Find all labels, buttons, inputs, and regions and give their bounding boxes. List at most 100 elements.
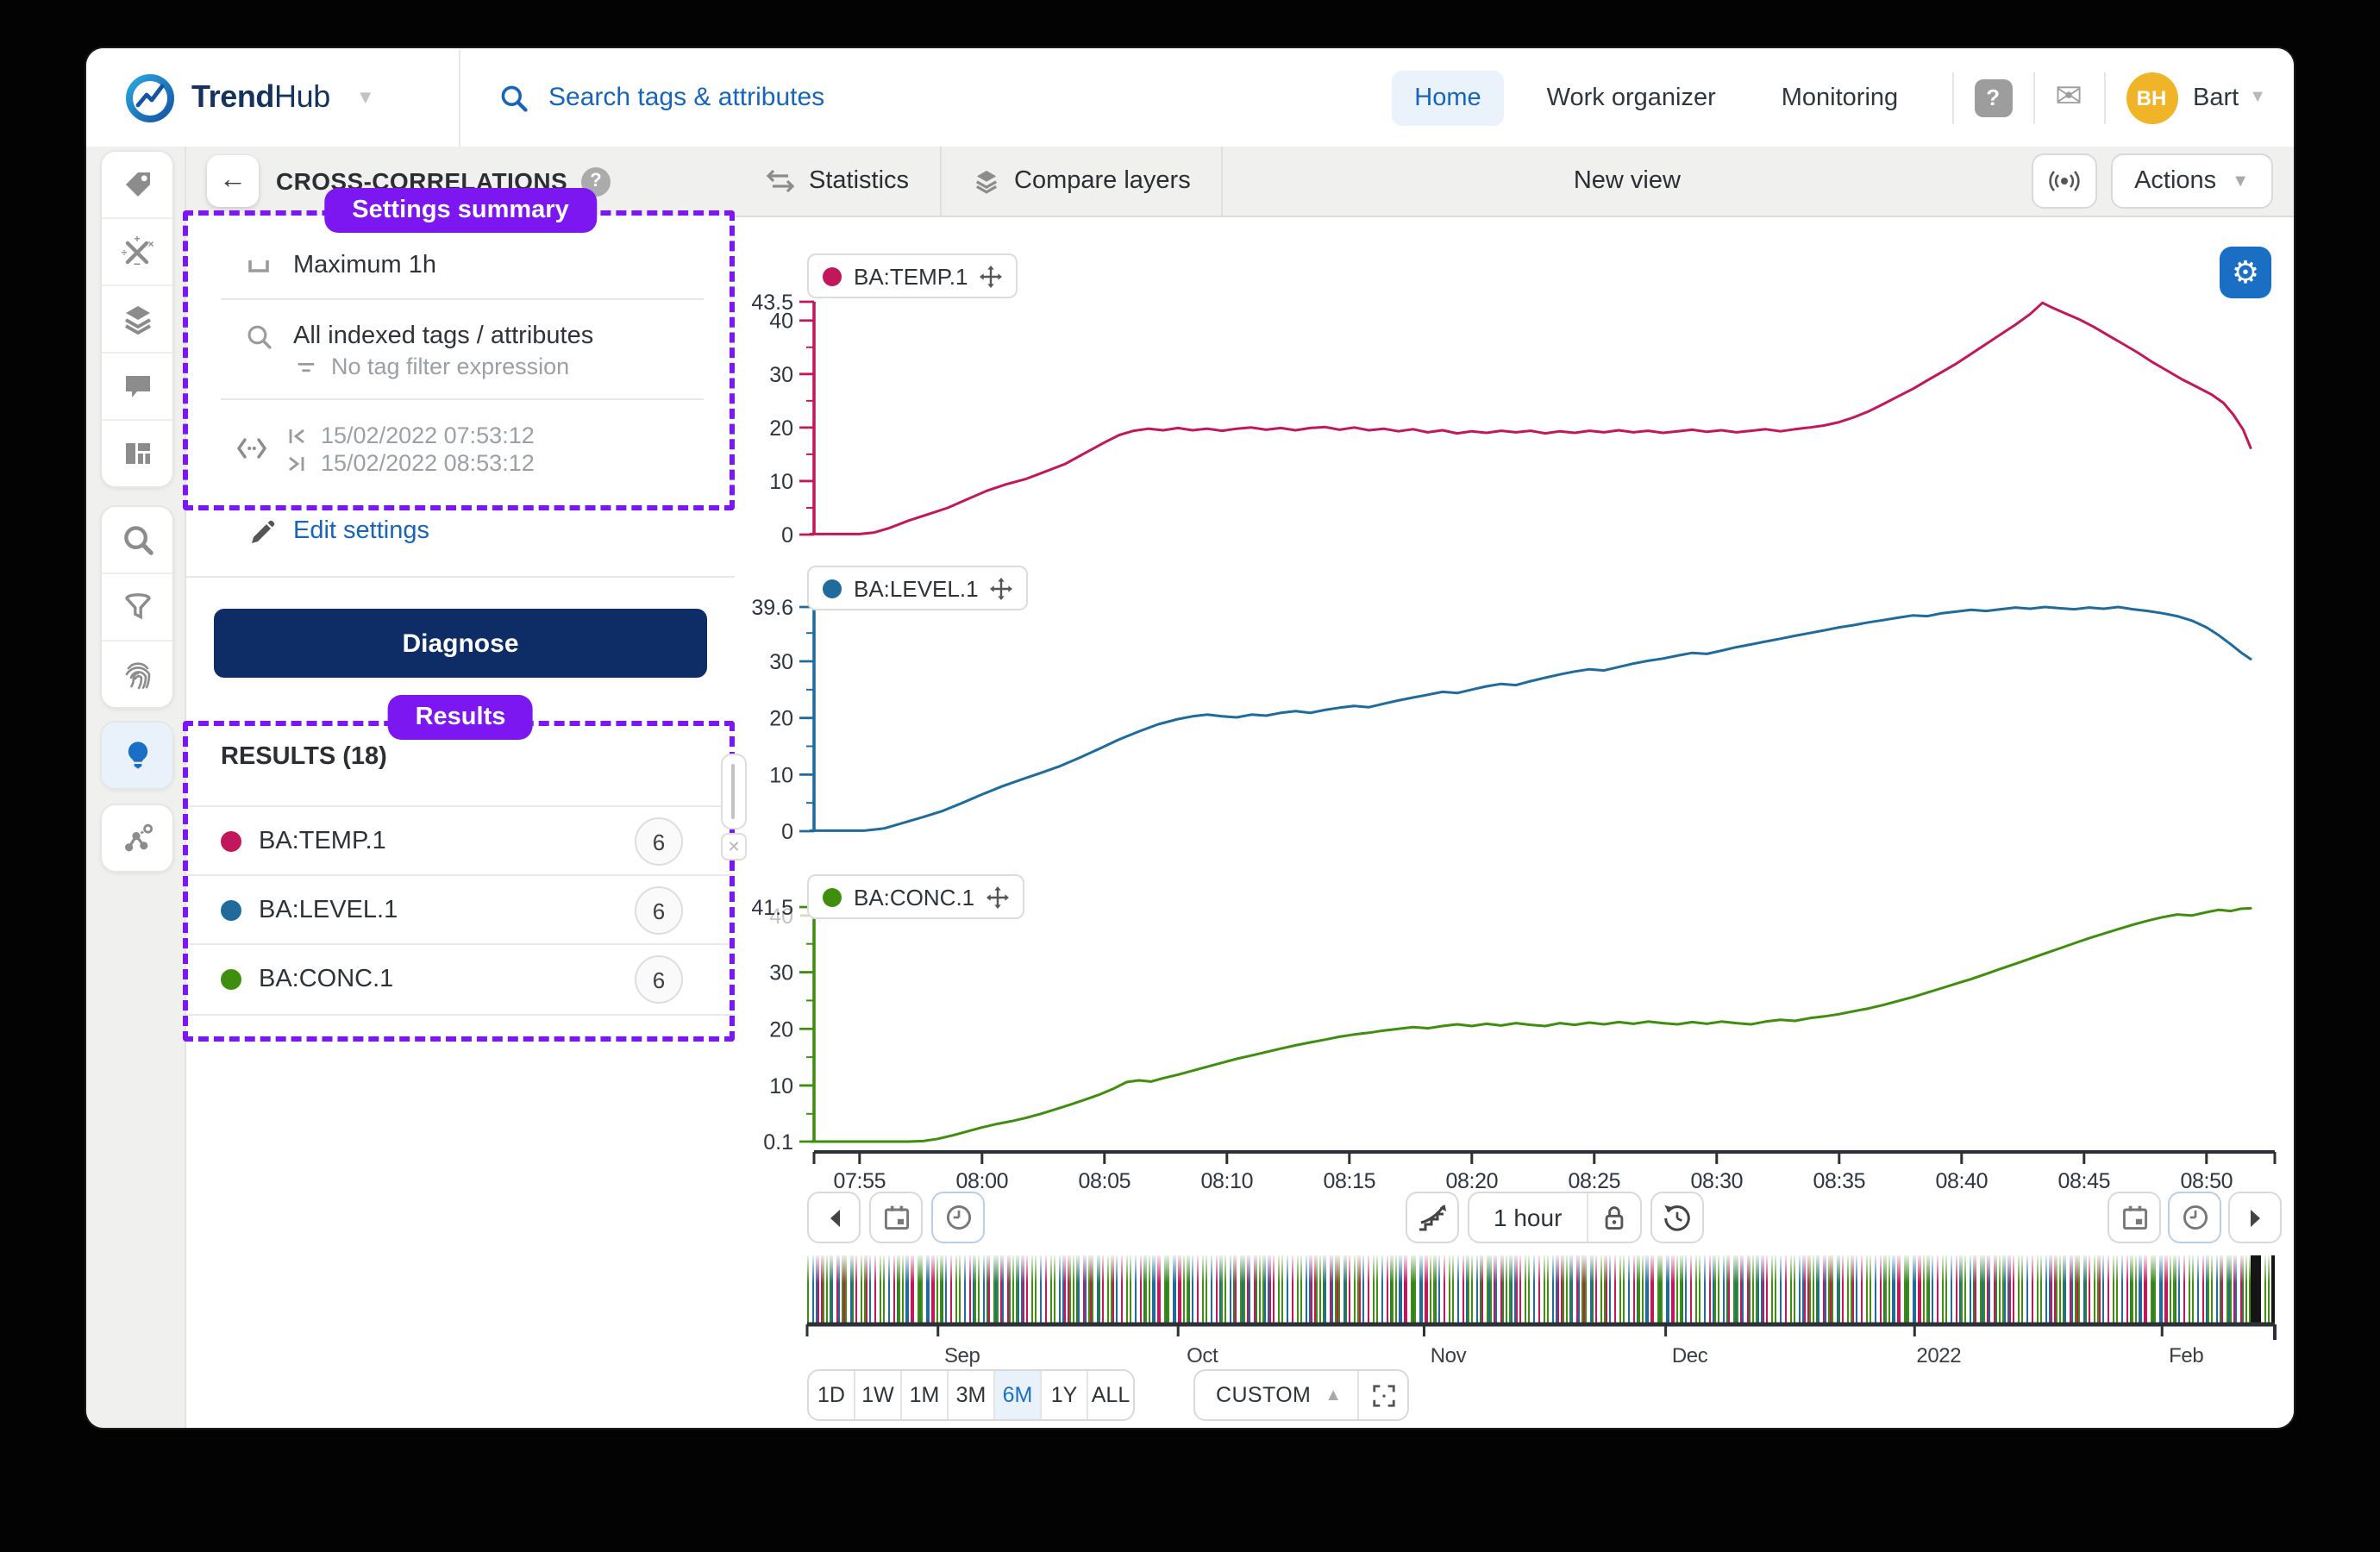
preset-1w[interactable]: 1W bbox=[855, 1371, 902, 1419]
history-icon-button[interactable] bbox=[1650, 1192, 1703, 1243]
svg-text:Feb: Feb bbox=[2169, 1344, 2203, 1367]
avatar[interactable]: BH bbox=[2126, 72, 2177, 123]
result-count-badge: 6 bbox=[635, 886, 683, 935]
move-icon[interactable] bbox=[980, 265, 1002, 287]
tag-icon[interactable] bbox=[102, 152, 172, 219]
swap-arrows-icon bbox=[766, 169, 795, 193]
svg-text:08:40: 08:40 bbox=[1936, 1169, 1989, 1193]
pan-left-button[interactable] bbox=[807, 1192, 861, 1243]
svg-text:07:55: 07:55 bbox=[834, 1169, 886, 1193]
rail-group-suggest bbox=[100, 721, 174, 790]
network-icon[interactable] bbox=[102, 805, 172, 871]
screenshot-frame: TrendHub ▼ Search tags & attributes Home… bbox=[0, 0, 2380, 1552]
timeline-controls: 1 hour bbox=[735, 1192, 2294, 1243]
brand-caret-icon[interactable]: ▼ bbox=[356, 87, 375, 108]
fingerprint-icon[interactable] bbox=[102, 641, 172, 707]
result-row-ba-conc-1[interactable]: BA:CONC.16 bbox=[186, 943, 735, 1016]
gear-icon[interactable]: ⚙ bbox=[2220, 247, 2271, 298]
formula-icon[interactable]: +×÷− bbox=[102, 219, 172, 286]
context-selection-marker[interactable] bbox=[2251, 1255, 2261, 1324]
comment-icon[interactable] bbox=[102, 354, 172, 421]
broadcast-button[interactable] bbox=[2031, 153, 2096, 209]
tag-chip-ba-conc-1[interactable]: BA:CONC.1 bbox=[807, 874, 1024, 919]
context-axis: SepOctNovDec2022Feb bbox=[735, 1321, 2294, 1373]
nav-work-organizer[interactable]: Work organizer bbox=[1525, 70, 1738, 125]
svg-text:30: 30 bbox=[769, 961, 793, 986]
series-color-dot bbox=[221, 831, 241, 852]
svg-text:0: 0 bbox=[781, 523, 793, 548]
preset-1y[interactable]: 1Y bbox=[1042, 1371, 1088, 1419]
panel-scroll-close-icon[interactable]: ✕ bbox=[721, 833, 747, 860]
duration-value[interactable]: 1 hour bbox=[1469, 1193, 1586, 1242]
pan-right-button[interactable] bbox=[2228, 1192, 2282, 1243]
svg-text:10: 10 bbox=[769, 1074, 793, 1098]
svg-text:+: + bbox=[133, 235, 139, 245]
lock-icon[interactable] bbox=[1586, 1193, 1639, 1242]
series-line-0 bbox=[811, 303, 2251, 534]
results-annotation-badge: Results bbox=[388, 695, 534, 740]
tag-filter-icon bbox=[295, 357, 317, 379]
tag-chip-ba-temp-1[interactable]: BA:TEMP.1 bbox=[807, 253, 1018, 298]
preset-all[interactable]: ALL bbox=[1088, 1371, 1133, 1419]
statistics-button[interactable]: Statistics bbox=[735, 147, 942, 216]
clock-end-button[interactable] bbox=[2168, 1192, 2221, 1243]
svg-text:08:10: 08:10 bbox=[1201, 1169, 1254, 1193]
context-bar[interactable] bbox=[807, 1255, 2275, 1324]
diagnose-button[interactable]: Diagnose bbox=[214, 609, 707, 678]
preset-3m[interactable]: 3M bbox=[949, 1371, 995, 1419]
svg-text:08:30: 08:30 bbox=[1691, 1169, 1744, 1193]
svg-text:08:45: 08:45 bbox=[2058, 1169, 2111, 1193]
brand[interactable]: TrendHub ▼ bbox=[86, 72, 459, 123]
result-tag-label: BA:CONC.1 bbox=[259, 966, 393, 993]
svg-text:0: 0 bbox=[781, 820, 793, 844]
nav-monitoring[interactable]: Monitoring bbox=[1759, 70, 1920, 125]
panel-scrollbar[interactable] bbox=[721, 754, 747, 829]
result-tag-label: BA:TEMP.1 bbox=[259, 828, 386, 855]
edit-settings-link[interactable]: Edit settings bbox=[293, 517, 429, 545]
cross-correlations-panel: ← CROSS-CORRELATIONS ? Maximum 1h All in… bbox=[185, 147, 736, 1428]
custom-range-button[interactable]: CUSTOM ▲ bbox=[1193, 1369, 1409, 1421]
lightbulb-icon[interactable] bbox=[102, 723, 172, 788]
search-tool-icon[interactable] bbox=[102, 507, 172, 574]
nav-home[interactable]: Home bbox=[1392, 70, 1503, 125]
divider bbox=[2032, 72, 2034, 123]
layers-icon[interactable] bbox=[102, 286, 172, 354]
chip-label: BA:TEMP.1 bbox=[854, 263, 968, 289]
duration-group: 1 hour bbox=[1468, 1192, 1641, 1243]
calendar-start-button[interactable] bbox=[869, 1192, 923, 1243]
trend-steps-icon-button[interactable] bbox=[1406, 1192, 1459, 1243]
preset-1m[interactable]: 1M bbox=[902, 1371, 949, 1419]
series-color-dot bbox=[823, 579, 842, 598]
help-icon[interactable]: ? bbox=[1974, 78, 2012, 116]
move-icon[interactable] bbox=[986, 886, 1009, 908]
clock-start-button[interactable] bbox=[931, 1192, 985, 1243]
actions-button[interactable]: Actions ▼ bbox=[2110, 153, 2273, 209]
filter-icon[interactable] bbox=[102, 574, 172, 641]
tag-chip-ba-level-1[interactable]: BA:LEVEL.1 bbox=[807, 566, 1029, 610]
range-start-icon bbox=[286, 426, 307, 447]
layout-icon[interactable] bbox=[102, 421, 172, 486]
calendar-end-button[interactable] bbox=[2108, 1192, 2161, 1243]
user-caret-icon[interactable]: ▼ bbox=[2249, 88, 2266, 107]
user-name[interactable]: Bart bbox=[2193, 84, 2239, 111]
chevron-down-icon: ▼ bbox=[2232, 172, 2249, 191]
divider bbox=[221, 398, 704, 400]
back-button[interactable]: ← bbox=[207, 155, 259, 207]
svg-text:Nov: Nov bbox=[1431, 1344, 1467, 1367]
expand-icon[interactable] bbox=[1357, 1371, 1407, 1419]
result-row-ba-level-1[interactable]: BA:LEVEL.1 6 bbox=[186, 874, 735, 945]
result-tag-label: BA:LEVEL.1 bbox=[259, 897, 398, 924]
compare-layers-button[interactable]: Compare layers bbox=[942, 147, 1224, 216]
chart-canvas: ⚙ BA:TEMP.1 BA:LEVEL.1 BA:CONC.1 43.5403… bbox=[735, 217, 2294, 1428]
mail-icon[interactable]: ✉ bbox=[2055, 78, 2082, 117]
series-color-dot bbox=[221, 900, 241, 921]
interval-icon bbox=[245, 252, 272, 279]
global-search[interactable]: Search tags & attributes bbox=[460, 82, 824, 113]
preset-group: 1D1W1M3M6M1YALL bbox=[807, 1369, 1135, 1421]
svg-text:×: × bbox=[147, 238, 153, 250]
preset-1d[interactable]: 1D bbox=[809, 1371, 855, 1419]
divider bbox=[221, 298, 704, 300]
preset-6m[interactable]: 6M bbox=[995, 1371, 1042, 1419]
result-row-ba-temp-1[interactable]: BA:TEMP.16 bbox=[186, 805, 735, 876]
move-icon[interactable] bbox=[991, 577, 1013, 599]
